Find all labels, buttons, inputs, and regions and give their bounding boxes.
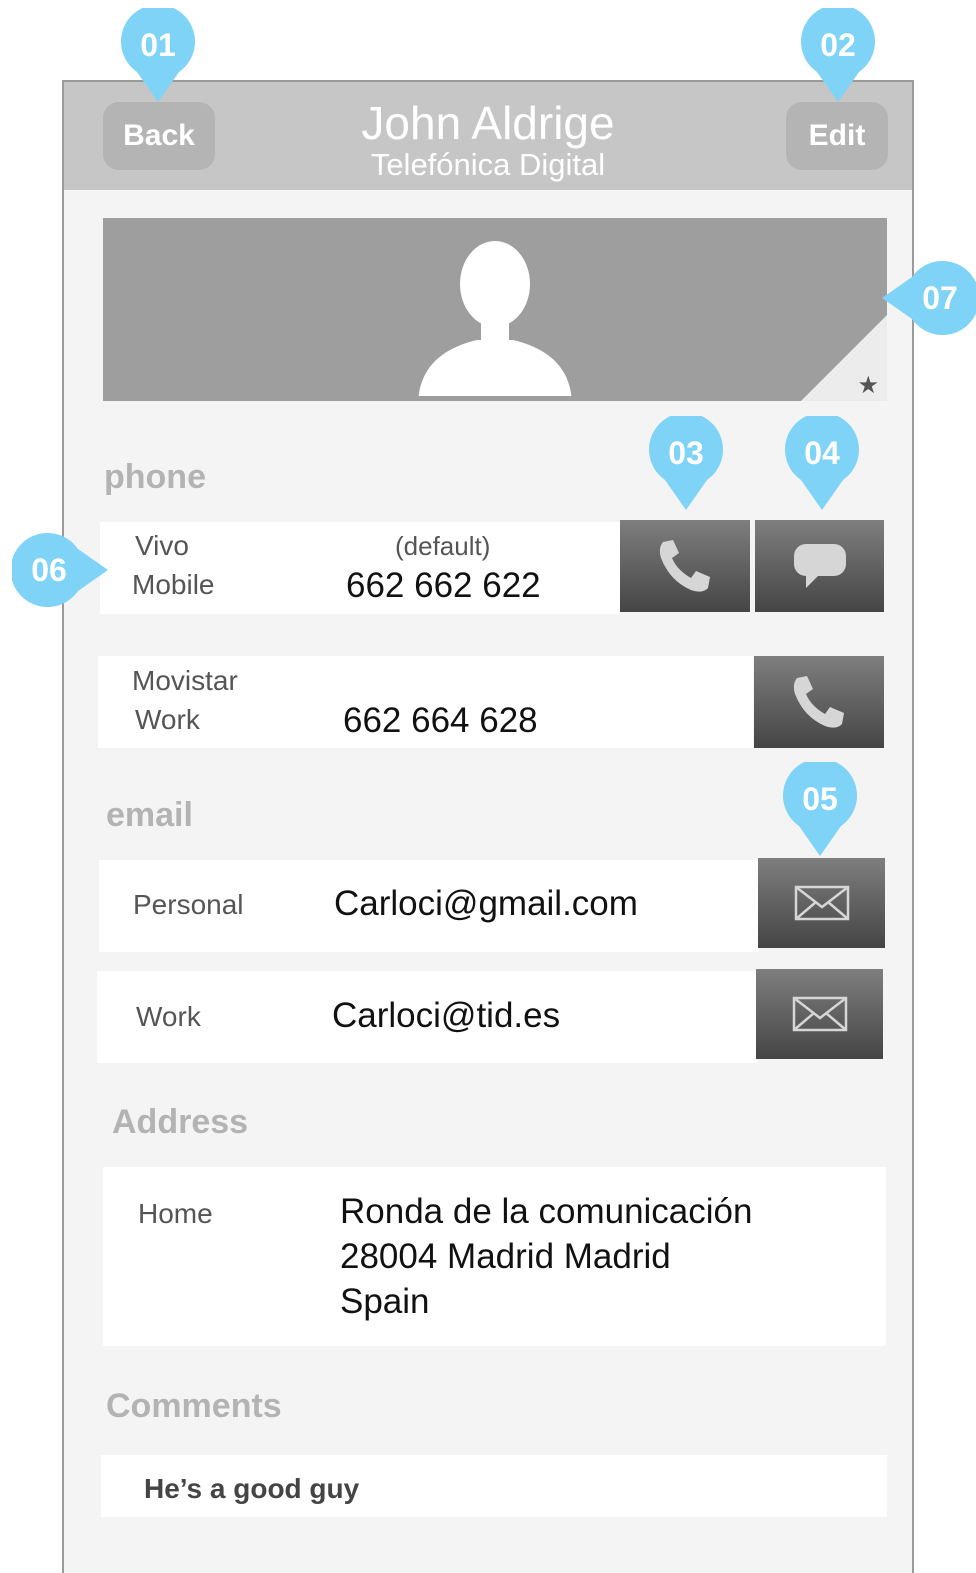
phone-type: Work: [135, 704, 200, 735]
annotation-pin-04: 04: [785, 416, 859, 510]
email-section-title: email: [106, 796, 193, 834]
call-button[interactable]: [754, 656, 884, 748]
annotation-label: 02: [820, 27, 856, 63]
contact-company: Telefónica Digital: [370, 147, 606, 182]
email-address: Carloci@gmail.com: [334, 884, 638, 923]
annotation-pin-06: 06: [12, 533, 108, 607]
phone-number: 662 664 628: [343, 701, 538, 740]
phone-carrier: Movistar: [132, 665, 238, 696]
phone-section-title: phone: [104, 458, 206, 496]
contact-photo[interactable]: ★: [103, 218, 887, 401]
star-icon[interactable]: ★: [857, 371, 879, 399]
contact-name: John Aldrige: [361, 97, 615, 149]
comment-text: He’s a good guy: [144, 1473, 360, 1504]
address-section-title: Address: [112, 1103, 249, 1141]
phone-type: Mobile: [132, 569, 215, 600]
annotation-label: 07: [922, 280, 958, 316]
comments-section-title: Comments: [106, 1387, 282, 1425]
back-button[interactable]: Back: [103, 102, 215, 170]
phone-icon: [659, 540, 710, 592]
annotation-label: 01: [140, 27, 176, 63]
edit-button[interactable]: Edit: [786, 102, 888, 170]
annotation-label: 05: [802, 781, 838, 817]
send-email-button[interactable]: [756, 969, 883, 1059]
address-type: Home: [138, 1198, 213, 1229]
annotation-pin-01: 01: [121, 8, 195, 102]
annotation-label: 04: [804, 435, 840, 471]
address-line: 28004 Madrid Madrid: [340, 1237, 671, 1276]
envelope-icon: [792, 996, 847, 1032]
address-line: Spain: [340, 1282, 430, 1321]
annotation-pin-07: 07: [882, 261, 976, 335]
phone-icon: [793, 676, 844, 728]
envelope-icon: [794, 885, 849, 921]
send-email-button[interactable]: [758, 858, 885, 948]
annotation-pin-05: 05: [783, 762, 857, 856]
address-line: Ronda de la comunicación: [340, 1192, 753, 1231]
email-type: Personal: [133, 889, 244, 920]
annotation-label: 03: [668, 435, 704, 471]
email-address: Carloci@tid.es: [332, 996, 561, 1035]
phone-number: 662 662 622: [346, 566, 541, 605]
annotation-pin-02: 02: [801, 8, 875, 102]
default-badge: (default): [395, 531, 491, 561]
annotation-label: 06: [31, 552, 67, 588]
phone-carrier: Vivo: [135, 530, 189, 561]
call-button[interactable]: [620, 520, 750, 612]
person-silhouette-icon: [418, 241, 572, 396]
message-button[interactable]: [755, 520, 884, 612]
email-type: Work: [136, 1001, 201, 1032]
chat-bubble-icon: [793, 544, 846, 588]
annotation-pin-03: 03: [649, 416, 723, 510]
